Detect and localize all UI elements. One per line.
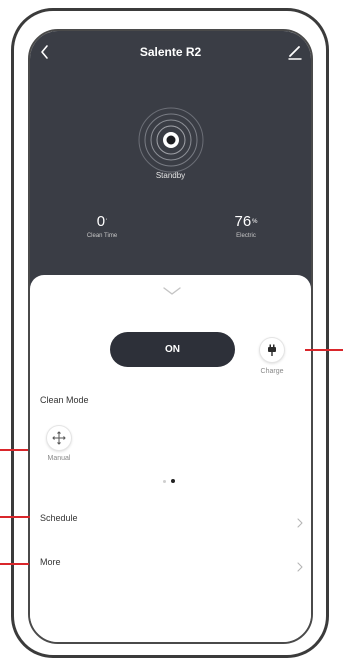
clean-time-stat: 0' Clean Time bbox=[57, 214, 147, 240]
clean-time-label: Clean Time bbox=[86, 233, 118, 239]
clean-time-value: 0' bbox=[57, 214, 147, 230]
page-title: Salente R2 bbox=[139, 45, 202, 59]
manual-mode-label: Manual bbox=[47, 455, 71, 462]
phone-screen: Salente R2 Standby 0' Clean Time 76% Ele… bbox=[28, 29, 313, 644]
clean-mode-heading: Clean Mode bbox=[40, 395, 89, 405]
clean-time-unit: ' bbox=[106, 219, 108, 225]
chevron-right-icon bbox=[297, 515, 303, 528]
more-label: More bbox=[40, 557, 61, 567]
charge-label: Charge bbox=[260, 368, 284, 375]
electric-value: 76% bbox=[201, 214, 291, 230]
schedule-label: Schedule bbox=[40, 513, 78, 523]
control-card: ON Charge Clean Mode Manual Schedule Mor… bbox=[30, 275, 311, 642]
electric-number: 76 bbox=[234, 213, 252, 230]
concentric-rings-icon bbox=[137, 106, 205, 174]
electric-unit: % bbox=[252, 219, 258, 225]
manual-mode-button[interactable] bbox=[47, 426, 71, 450]
electric-stat: 76% Electric bbox=[201, 214, 291, 240]
page-dot-1[interactable] bbox=[163, 480, 166, 483]
manual-callout-line bbox=[0, 449, 28, 451]
clean-time-number: 0 bbox=[96, 213, 106, 230]
plug-icon bbox=[268, 344, 276, 356]
figure: Salente R2 Standby 0' Clean Time 76% Ele… bbox=[0, 0, 343, 663]
more-callout-line bbox=[0, 563, 29, 565]
more-row[interactable]: More bbox=[30, 551, 311, 577]
schedule-callout-line bbox=[0, 516, 30, 518]
status-label: Standby bbox=[155, 171, 186, 180]
power-on-button[interactable]: ON bbox=[110, 332, 235, 367]
page-dot-2[interactable] bbox=[171, 479, 175, 483]
charge-button[interactable] bbox=[260, 338, 284, 362]
pencil-icon[interactable] bbox=[287, 43, 303, 61]
schedule-row[interactable]: Schedule bbox=[30, 507, 311, 533]
chevron-down-icon[interactable] bbox=[162, 283, 182, 295]
electric-label: Electric bbox=[236, 233, 256, 239]
chevron-right-icon bbox=[297, 559, 303, 572]
device-status-panel: Salente R2 Standby 0' Clean Time 76% Ele… bbox=[30, 31, 311, 293]
mode-page-indicator[interactable] bbox=[163, 479, 183, 485]
charge-callout-line bbox=[305, 349, 343, 351]
move-arrows-icon bbox=[52, 431, 66, 445]
